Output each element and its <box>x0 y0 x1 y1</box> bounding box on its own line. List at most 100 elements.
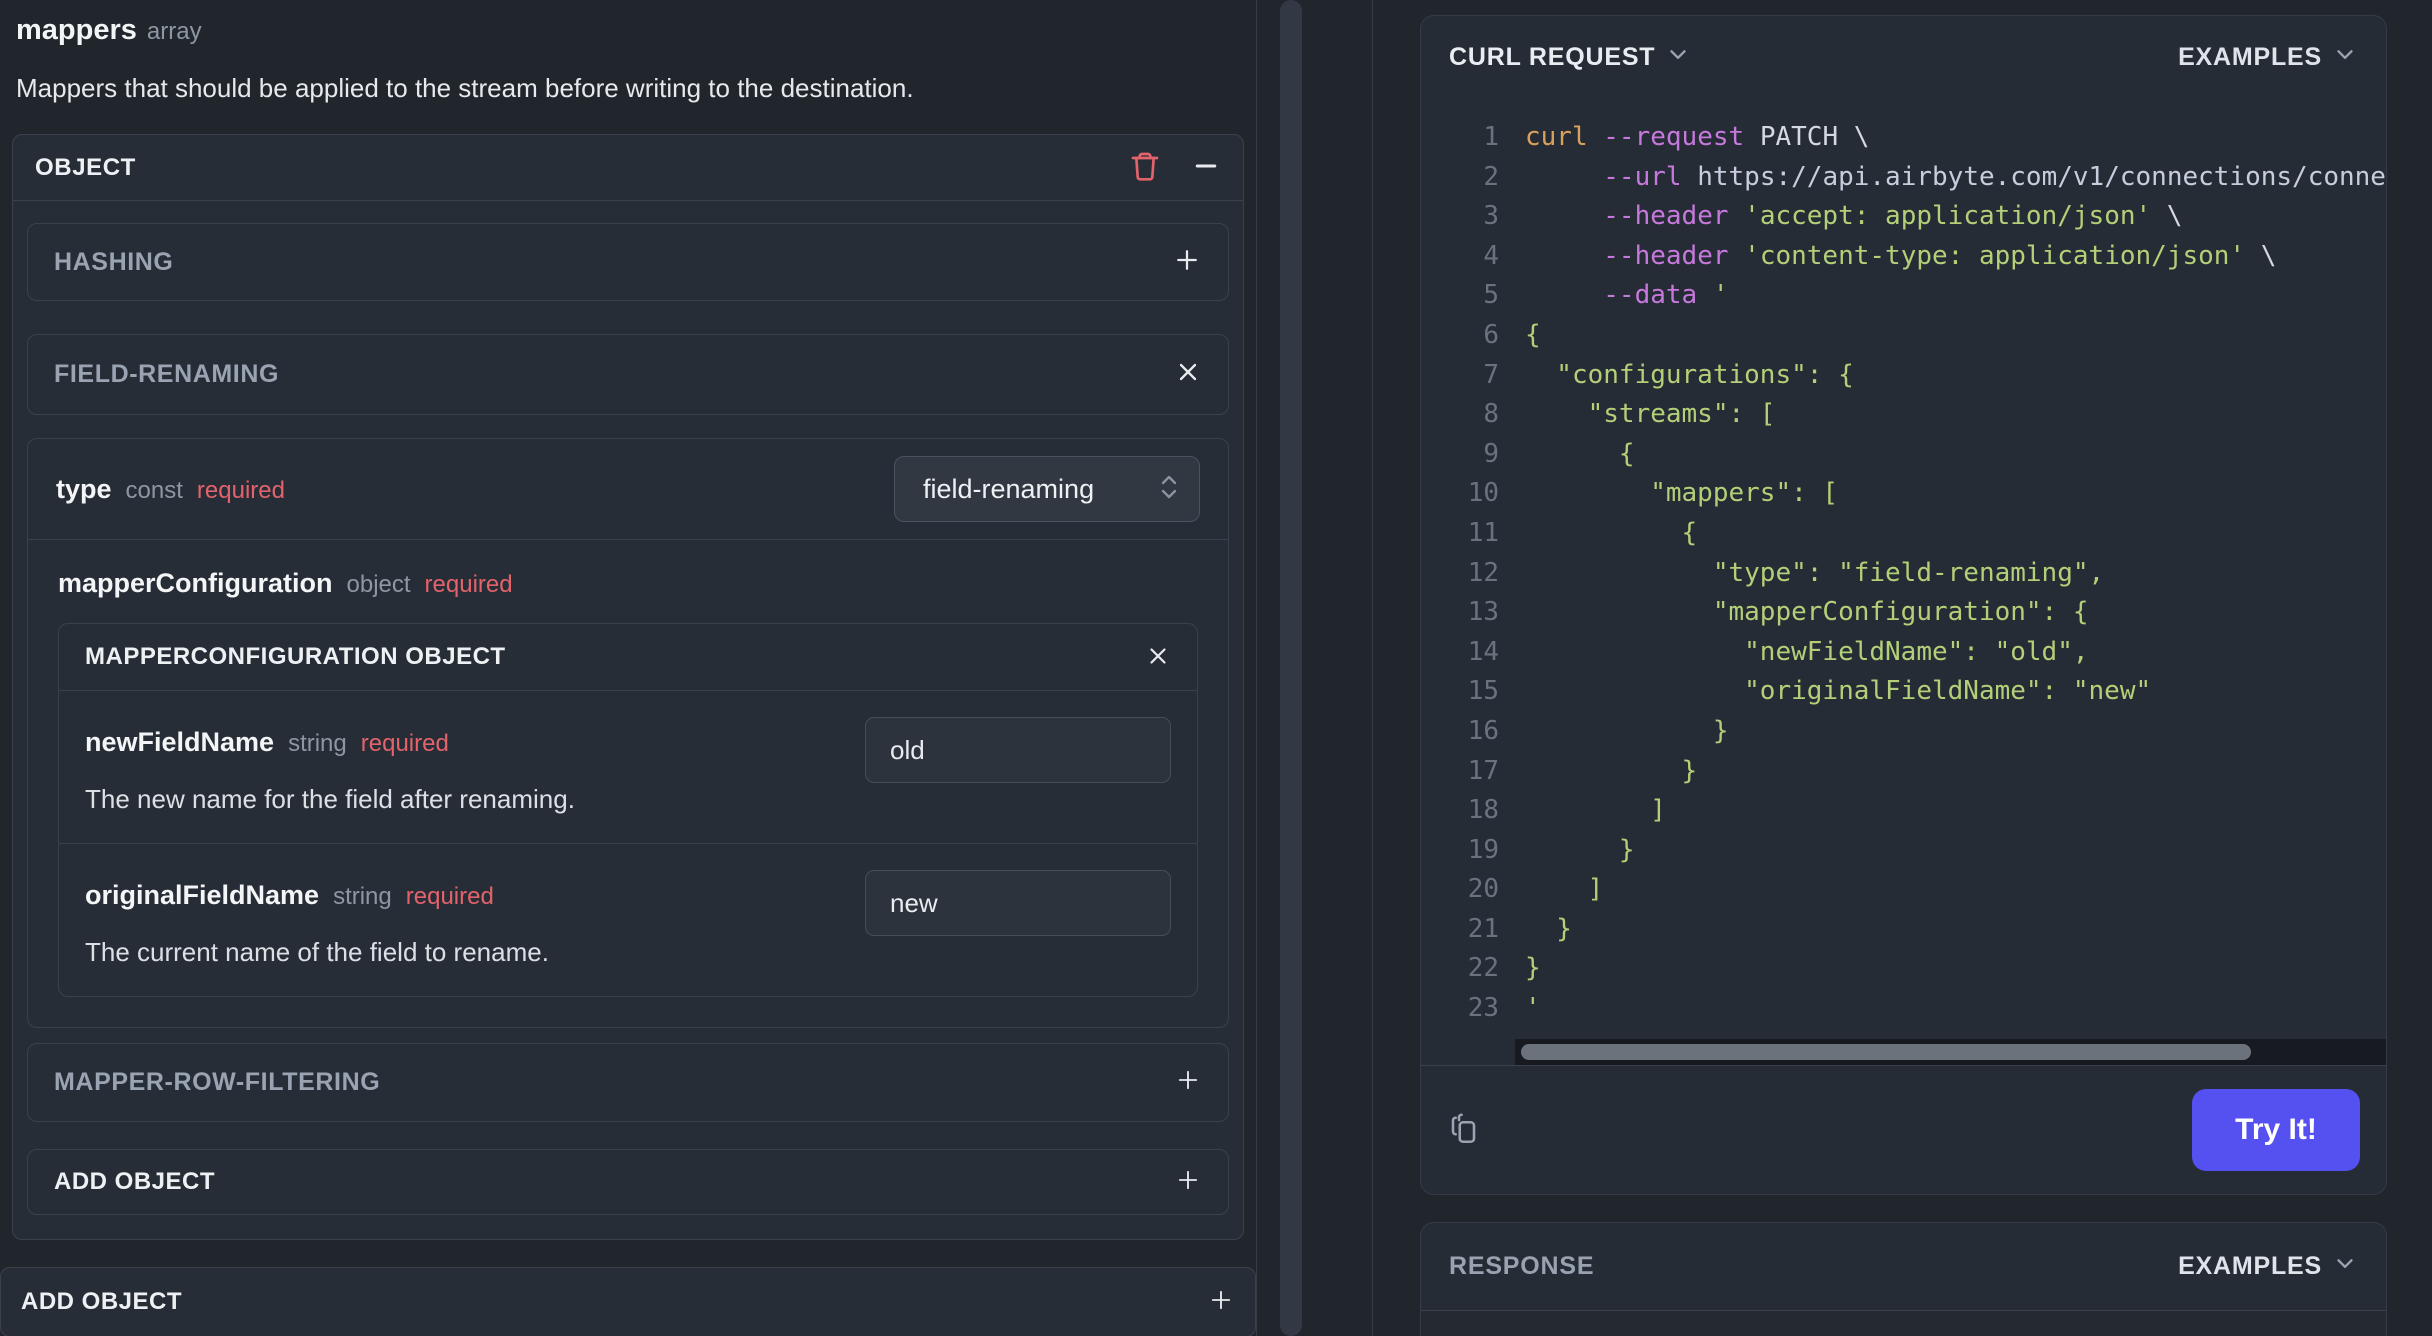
mapper-configuration-required-badge: required <box>424 571 513 598</box>
delete-object-button[interactable] <box>1129 149 1161 186</box>
original-field-name-description: The current name of the field to rename. <box>85 937 549 967</box>
property-type-badge: array <box>146 18 202 45</box>
type-property-name: type <box>56 473 112 504</box>
copy-icon <box>1447 1109 1483 1152</box>
response-examples-dropdown[interactable]: EXAMPLES <box>2178 1250 2358 1283</box>
new-field-name-row: newFieldName string required The new nam… <box>59 691 1197 843</box>
object-card-header: OBJECT <box>13 135 1243 201</box>
collapse-object-button[interactable] <box>1191 151 1221 184</box>
curl-request-panel: CURL REQUEST EXAMPLES 1 curl --request PA… <box>1420 15 2387 1195</box>
horizontal-scrollbar[interactable] <box>1515 1038 2386 1065</box>
plus-icon <box>1174 1166 1202 1199</box>
code-line: 22} <box>1467 953 1541 984</box>
code-line: 5 --data ' <box>1483 280 1729 311</box>
type-required-badge: required <box>196 476 285 504</box>
section-field-renaming-label: FIELD-RENAMING <box>54 360 280 388</box>
code-line: 3 --header 'accept: application/json' \ <box>1483 201 2183 232</box>
original-field-name-input[interactable] <box>865 870 1171 936</box>
response-header: RESPONSE EXAMPLES <box>1421 1223 2386 1311</box>
schema-editor-column: mappers array Mappers that should be appl… <box>0 0 1256 1336</box>
api-docs-page: mappers array Mappers that should be appl… <box>0 0 2432 1336</box>
object-card-title: OBJECT <box>35 153 136 181</box>
curl-request-title: CURL REQUEST <box>1449 42 1656 71</box>
new-field-name-description: The new name for the field after renamin… <box>85 784 575 814</box>
response-title: RESPONSE <box>1449 1252 1595 1280</box>
vertical-scrollbar[interactable] <box>1280 0 1302 1336</box>
section-hashing[interactable]: HASHING <box>27 223 1229 301</box>
code-line: 23 ' <box>1467 993 1541 1024</box>
curl-request-footer: Try It! <box>1421 1064 2386 1195</box>
code-line: 21 } <box>1467 913 1572 944</box>
column-divider <box>1372 0 1373 1336</box>
field-renaming-body: type const required field-renaming mappe… <box>27 438 1229 1028</box>
new-field-name-required-badge: required <box>360 730 449 757</box>
type-value-select[interactable]: field-renaming <box>894 456 1200 522</box>
try-it-button[interactable]: Try It! <box>2192 1089 2360 1172</box>
close-icon <box>1174 358 1202 391</box>
code-line: 19 } <box>1467 834 1635 865</box>
new-field-name-input[interactable] <box>865 717 1171 783</box>
code-line: 2 --url https://api.airbyte.com/v1/conne… <box>1483 161 2386 192</box>
add-array-item-button[interactable]: ADD OBJECT <box>0 1267 1256 1336</box>
chevron-down-icon <box>2332 1250 2358 1283</box>
mapper-configuration-name: mapperConfiguration <box>58 568 333 598</box>
code-line: 8 "streams": [ <box>1483 399 1776 430</box>
plus-icon <box>1172 245 1202 280</box>
type-selected-value: field-renaming <box>923 473 1095 504</box>
close-mapper-configuration-button[interactable] <box>1145 643 1171 672</box>
original-field-name-label: originalFieldName <box>85 880 320 910</box>
code-line: 6{ <box>1483 319 1541 350</box>
add-object-label: ADD OBJECT <box>54 1168 216 1195</box>
code-block: 1 curl --request PATCH \ 2 --url https://a… <box>1421 98 2386 1065</box>
code-line: 20 ] <box>1467 874 1604 905</box>
section-field-renaming[interactable]: FIELD-RENAMING <box>27 334 1229 415</box>
response-body <box>1421 1311 2386 1336</box>
property-description: Mappers that should be applied to the st… <box>16 73 914 103</box>
horizontal-scrollbar-thumb[interactable] <box>1521 1043 2251 1060</box>
curl-request-header: CURL REQUEST EXAMPLES <box>1421 16 2386 98</box>
copy-code-button[interactable] <box>1447 1109 1483 1152</box>
section-mapper-row-filtering[interactable]: MAPPER-ROW-FILTERING <box>27 1043 1229 1122</box>
code-line: 7 "configurations": { <box>1483 359 1854 390</box>
original-field-name-kind: string <box>333 883 392 910</box>
original-field-name-row: originalFieldName string required The cu… <box>59 843 1197 996</box>
code-line: 18 ] <box>1467 795 1666 826</box>
new-field-name-label: newFieldName <box>85 727 275 757</box>
mapper-configuration-kind: object <box>346 571 411 598</box>
section-hashing-label: HASHING <box>54 247 174 276</box>
request-examples-dropdown[interactable]: EXAMPLES <box>2178 41 2358 74</box>
code-line: 11 { <box>1467 517 1698 548</box>
code-line: 12 "type": "field-renaming", <box>1467 557 2105 588</box>
type-property-kind: const <box>125 476 183 504</box>
response-examples-label: EXAMPLES <box>2178 1252 2322 1280</box>
close-icon <box>1145 643 1171 672</box>
add-object-button[interactable]: ADD OBJECT <box>27 1149 1229 1215</box>
code-lines: 1 curl --request PATCH \ 2 --url https://a… <box>1421 118 2386 1029</box>
original-field-name-required-badge: required <box>405 883 494 910</box>
code-line: 14 "newFieldName": "old", <box>1467 636 2089 667</box>
property-title: mappers array <box>16 14 1256 47</box>
object-card-body: HASHING FIELD-RENAMING type const requir… <box>13 201 1243 1239</box>
section-mapper-row-filtering-label: MAPPER-ROW-FILTERING <box>54 1068 381 1096</box>
mapper-configuration-card: MAPPERCONFIGURATION OBJECT newFieldName … <box>58 623 1198 997</box>
trash-icon <box>1129 149 1161 186</box>
left-column-border <box>1256 0 1257 1336</box>
chevron-down-icon <box>1665 41 1691 74</box>
code-line: 4 --header 'content-type: application/js… <box>1483 240 2277 271</box>
minus-icon <box>1191 151 1221 184</box>
response-panel: RESPONSE EXAMPLES <box>1420 1222 2387 1336</box>
mapper-configuration-card-header: MAPPERCONFIGURATION OBJECT <box>59 624 1197 691</box>
mapper-configuration-card-title: MAPPERCONFIGURATION OBJECT <box>85 643 506 670</box>
plus-icon <box>1174 1066 1202 1099</box>
curl-request-dropdown[interactable]: CURL REQUEST <box>1449 41 1691 74</box>
chevron-up-down-icon <box>1157 470 1181 509</box>
new-field-name-kind: string <box>288 730 347 757</box>
plus-icon <box>1207 1286 1235 1319</box>
code-line: 17 } <box>1467 755 1698 786</box>
code-line: 1 curl --request PATCH \ <box>1483 122 1870 152</box>
code-line: 9 { <box>1483 438 1635 469</box>
code-line: 15 "originalFieldName": "new" <box>1467 676 2152 707</box>
property-name: mappers <box>16 14 137 46</box>
chevron-down-icon <box>2332 41 2358 74</box>
code-line: 13 "mapperConfiguration": { <box>1467 597 2089 628</box>
